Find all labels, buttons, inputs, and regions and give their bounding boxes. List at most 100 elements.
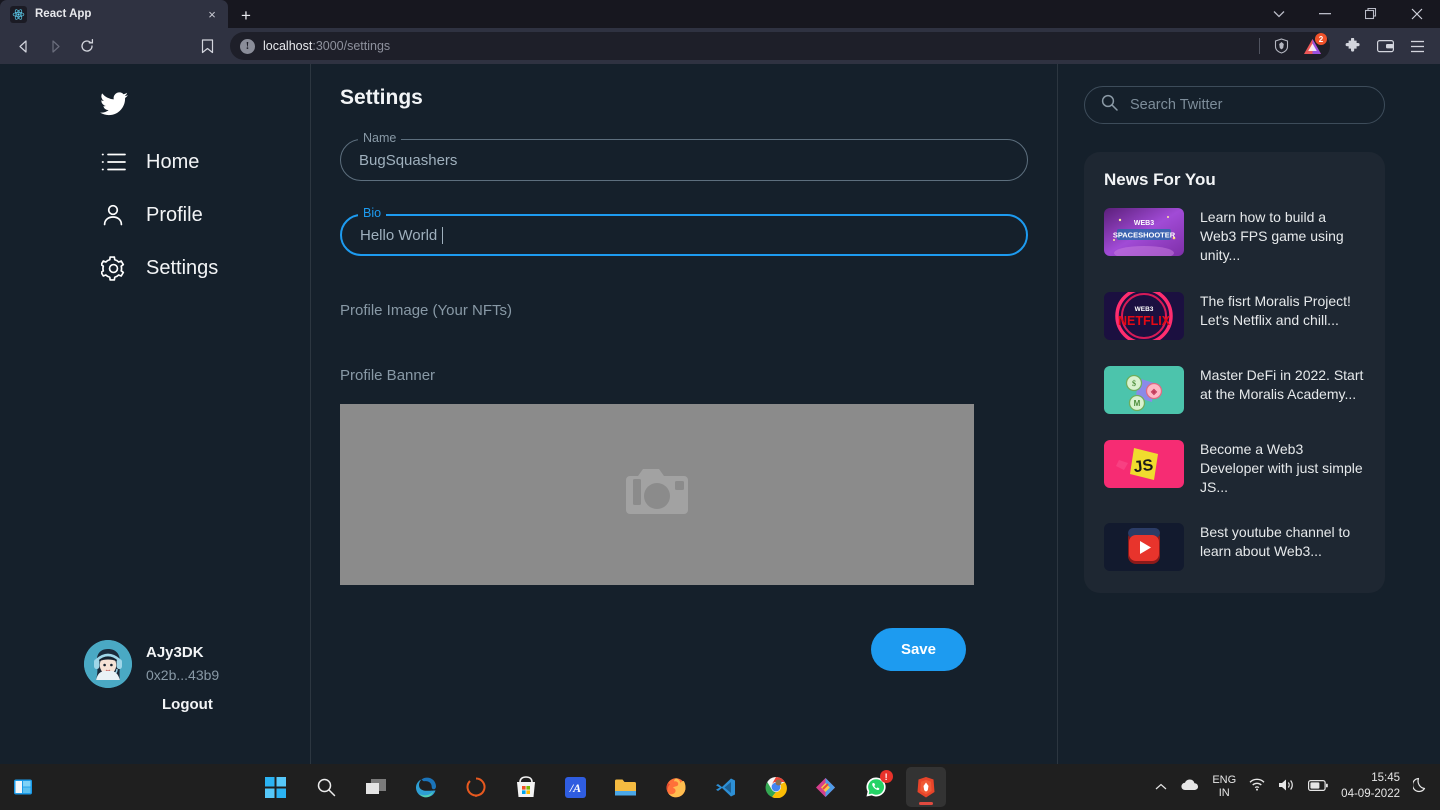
bio-input-value: Hello World	[360, 226, 438, 244]
microsoft-store-icon[interactable]	[506, 767, 546, 807]
list-item[interactable]: WEB3 SPACESHOOTER Learn how to build a W…	[1104, 208, 1365, 266]
reload-icon[interactable]	[72, 32, 102, 60]
back-icon[interactable]	[8, 32, 38, 60]
chrome-icon[interactable]	[756, 767, 796, 807]
search-input[interactable]: Search Twitter	[1084, 86, 1385, 124]
notifications-moon-icon[interactable]	[1411, 777, 1428, 798]
list-item-label: The fisrt Moralis Project! Let's Netflix…	[1200, 292, 1351, 328]
extensions-puzzle-icon[interactable]	[1338, 32, 1368, 60]
svg-text:WEB3: WEB3	[1135, 306, 1154, 313]
multicolor-app-icon[interactable]	[806, 767, 846, 807]
list-item[interactable]: JS Become a Web3 Developer with just sim…	[1104, 439, 1365, 498]
url-path: :3000/settings	[312, 39, 391, 53]
logout-button[interactable]: Logout	[162, 696, 284, 713]
tray-chevron-up-icon[interactable]	[1155, 778, 1167, 796]
user-row: AJy3DK 0x2b...43b9	[84, 640, 284, 688]
volume-icon[interactable]	[1278, 778, 1295, 797]
svg-text:SPACESHOOTER: SPACESHOOTER	[1113, 231, 1176, 240]
restore-icon[interactable]	[1348, 0, 1394, 28]
name-field-group: Name BugSquashers	[340, 131, 1028, 181]
twitter-bird-icon[interactable]	[100, 92, 310, 121]
name-input-value: BugSquashers	[359, 151, 458, 169]
profile-image-label: Profile Image (Your NFTs)	[340, 302, 513, 319]
taskbar-apps: /A !	[46, 767, 1155, 807]
window-close-icon[interactable]	[1394, 0, 1440, 28]
new-tab-button[interactable]: +	[232, 4, 260, 28]
forward-icon[interactable]	[40, 32, 70, 60]
page-title: Settings	[340, 86, 423, 109]
search-placeholder: Search Twitter	[1130, 97, 1223, 113]
blue-app-icon[interactable]: /A	[556, 767, 596, 807]
news-panel: News For You WEB3 SPACESHOOTER Learn how…	[1084, 152, 1385, 594]
list-item-label: Master DeFi in 2022. Start at the Morali…	[1200, 366, 1364, 402]
sidebar-item-label: Home	[146, 150, 200, 173]
search-icon	[1101, 94, 1118, 116]
browser-tab-react-app[interactable]: React App ×	[0, 0, 228, 28]
sidebar-item-profile[interactable]: Profile	[100, 202, 310, 228]
tab-search-icon[interactable]	[1256, 0, 1302, 28]
list-item-label: Become a Web3 Developer with just simple…	[1200, 440, 1363, 495]
search-icon[interactable]	[306, 767, 346, 807]
brave-icon[interactable]	[905, 767, 946, 807]
page-content: Home Profile Settings AJy3DK 0x2b...43b9…	[0, 64, 1440, 810]
widgets-button[interactable]	[0, 776, 46, 798]
firefox-icon[interactable]	[656, 767, 696, 807]
name-input[interactable]: BugSquashers	[340, 139, 1028, 181]
list-item[interactable]: WEB3 NETFLIX The fisrt Moralis Project! …	[1104, 291, 1365, 340]
start-icon[interactable]	[256, 767, 296, 807]
list-item[interactable]: $ ◈ M Master DeFi in 2022. Start at the …	[1104, 365, 1365, 414]
notification-badge: !	[879, 770, 893, 783]
web3-space-shooter-thumb: WEB3 SPACESHOOTER	[1104, 208, 1184, 256]
minimize-icon[interactable]	[1302, 0, 1348, 28]
user-address: 0x2b...43b9	[146, 666, 220, 683]
sidebar-item-home[interactable]: Home	[100, 149, 310, 175]
sidebar-item-settings[interactable]: Settings	[100, 255, 310, 281]
bio-field-group: Bio Hello World	[340, 206, 1028, 256]
task-view-icon[interactable]	[356, 767, 396, 807]
system-tray: ENG IN 15:45 04-09-2022	[1155, 771, 1440, 802]
browser-menu-icon[interactable]	[1402, 32, 1432, 60]
save-button[interactable]: Save	[870, 628, 966, 671]
battery-icon[interactable]	[1308, 778, 1328, 796]
user-profile-box[interactable]: AJy3DK 0x2b...43b9 Logout	[84, 640, 284, 713]
avatar[interactable]	[84, 640, 132, 688]
svg-text:JS: JS	[1133, 456, 1155, 475]
news-panel-title: News For You	[1104, 170, 1216, 189]
defi-coins-thumb: $ ◈ M	[1104, 365, 1184, 414]
edge-icon[interactable]	[406, 767, 446, 807]
close-icon[interactable]: ×	[204, 6, 220, 22]
vscode-icon[interactable]	[706, 767, 746, 807]
address-bar[interactable]: ! localhost:3000/settings 2	[230, 32, 1330, 60]
person-icon	[100, 202, 126, 228]
settings-main: Settings Name BugSquashers Bio Hello Wor…	[311, 64, 1058, 810]
file-explorer-icon[interactable]	[606, 767, 646, 807]
bookmark-icon[interactable]	[192, 32, 222, 60]
bio-field-label: Bio	[358, 206, 387, 220]
brave-shield-icon[interactable]	[1270, 35, 1292, 57]
js-logo-thumb: JS	[1104, 439, 1184, 488]
right-sidebar: Search Twitter News For You WEB3 SPACESH…	[1058, 64, 1440, 810]
bio-input[interactable]: Hello World	[340, 214, 1028, 256]
extension-icon[interactable]: 2	[1300, 33, 1327, 57]
omnibox-divider	[1259, 38, 1260, 54]
browser-window: React App × + ! localhost:3000/settings …	[0, 0, 1440, 810]
whatsapp-icon[interactable]: !	[856, 767, 896, 807]
extension-badge-count: 2	[1315, 33, 1327, 45]
wifi-icon[interactable]	[1249, 778, 1265, 796]
language-indicator[interactable]: ENG IN	[1212, 774, 1236, 799]
left-sidebar: Home Profile Settings AJy3DK 0x2b...43b9…	[0, 64, 311, 810]
browser-toolbar: ! localhost:3000/settings 2	[0, 28, 1440, 64]
orange-app-icon[interactable]	[456, 767, 496, 807]
onedrive-cloud-icon[interactable]	[1180, 778, 1199, 796]
tab-title: React App	[35, 8, 92, 20]
site-info-icon[interactable]: !	[240, 38, 255, 54]
clock[interactable]: 15:45 04-09-2022	[1341, 771, 1400, 802]
active-indicator	[918, 802, 933, 805]
wallet-icon[interactable]	[1370, 32, 1400, 60]
svg-text:$: $	[1132, 379, 1136, 388]
svg-text:NETFLIX: NETFLIX	[1118, 314, 1171, 328]
list-item[interactable]: Best youtube channel to learn about Web3…	[1104, 523, 1365, 572]
camera-icon	[621, 461, 693, 528]
sidebar-nav: Home Profile Settings	[0, 149, 310, 281]
profile-banner-dropzone[interactable]	[340, 404, 974, 585]
